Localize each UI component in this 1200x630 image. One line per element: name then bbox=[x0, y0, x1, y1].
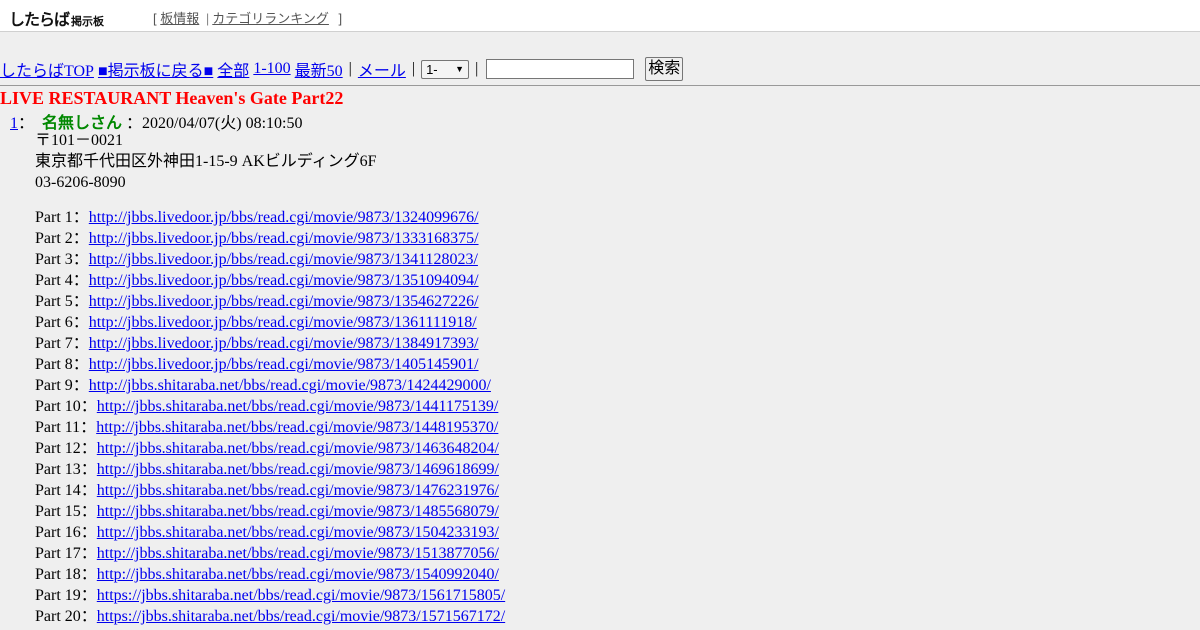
search-button[interactable]: 検索 bbox=[645, 57, 684, 81]
part-row: Part 16：http://jbbs.shitaraba.net/bbs/re… bbox=[35, 522, 505, 543]
part-url-link[interactable]: http://jbbs.shitaraba.net/bbs/read.cgi/m… bbox=[97, 503, 499, 520]
part-row: Part 2：http://jbbs.livedoor.jp/bbs/read.… bbox=[35, 228, 505, 249]
part-label: Part 14： bbox=[35, 482, 97, 499]
part-row: Part 11：http://jbbs.shitaraba.net/bbs/re… bbox=[35, 417, 505, 438]
divider bbox=[0, 85, 1200, 86]
part-label: Part 16： bbox=[35, 524, 97, 541]
part-label: Part 12： bbox=[35, 440, 97, 457]
part-row: Part 14：http://jbbs.shitaraba.net/bbs/re… bbox=[35, 480, 505, 501]
mail-link[interactable]: メール bbox=[358, 63, 406, 80]
part-label: Part 3： bbox=[35, 251, 89, 268]
postal-code: 〒101－0021 bbox=[35, 132, 124, 149]
part-label: Part 13： bbox=[35, 461, 97, 478]
parts-list: Part 1：http://jbbs.livedoor.jp/bbs/read.… bbox=[35, 207, 505, 627]
part-label: Part 20： bbox=[35, 608, 97, 625]
all-posts-link[interactable]: 全部 bbox=[217, 63, 249, 80]
part-label: Part 19： bbox=[35, 587, 97, 604]
part-url-link[interactable]: http://jbbs.livedoor.jp/bbs/read.cgi/mov… bbox=[89, 272, 479, 289]
part-row: Part 10：http://jbbs.shitaraba.net/bbs/re… bbox=[35, 396, 505, 417]
part-label: Part 17： bbox=[35, 545, 97, 562]
part-row: Part 7：http://jbbs.livedoor.jp/bbs/read.… bbox=[35, 333, 505, 354]
part-row: Part 18：http://jbbs.shitaraba.net/bbs/re… bbox=[35, 564, 505, 585]
part-url-link[interactable]: http://jbbs.livedoor.jp/bbs/read.cgi/mov… bbox=[89, 335, 479, 352]
logo-main-text: したらば bbox=[9, 10, 70, 29]
thread-nav: したらばTOP ■掲示板に戻る■ 全部 1-100 最新50 | メール | 1… bbox=[0, 57, 684, 83]
thread-title: LIVE RESTAURANT Heaven's Gate Part22 bbox=[0, 88, 344, 108]
part-label: Part 7： bbox=[35, 335, 89, 352]
part-url-link[interactable]: http://jbbs.shitaraba.net/bbs/read.cgi/m… bbox=[97, 461, 499, 478]
chevron-down-icon: ▼ bbox=[455, 63, 465, 74]
range-link[interactable]: 1-100 bbox=[253, 60, 290, 77]
latest-50-link[interactable]: 最新50 bbox=[295, 63, 343, 80]
search-input[interactable] bbox=[486, 59, 635, 79]
part-label: Part 10： bbox=[35, 398, 97, 415]
bracket-close: ] bbox=[338, 11, 343, 26]
part-url-link[interactable]: http://jbbs.shitaraba.net/bbs/read.cgi/m… bbox=[97, 482, 499, 499]
phone-number: 03-6206-8090 bbox=[35, 174, 126, 191]
part-url-link[interactable]: http://jbbs.livedoor.jp/bbs/read.cgi/mov… bbox=[89, 314, 477, 331]
part-label: Part 1： bbox=[35, 209, 89, 226]
part-url-link[interactable]: http://jbbs.livedoor.jp/bbs/read.cgi/mov… bbox=[89, 356, 479, 373]
part-row: Part 20：https://jbbs.shitaraba.net/bbs/r… bbox=[35, 606, 505, 627]
header-separator: | bbox=[205, 11, 210, 26]
part-label: Part 4： bbox=[35, 272, 89, 289]
part-url-link[interactable]: http://jbbs.shitaraba.net/bbs/read.cgi/m… bbox=[89, 377, 491, 394]
range-select[interactable]: 1- ▼ bbox=[421, 59, 470, 79]
header-nav: [ 板情報 | カテゴリランキング ] bbox=[153, 8, 342, 27]
part-row: Part 19：https://jbbs.shitaraba.net/bbs/r… bbox=[35, 585, 505, 606]
part-row: Part 5：http://jbbs.livedoor.jp/bbs/read.… bbox=[35, 291, 505, 312]
part-label: Part 11： bbox=[35, 419, 97, 436]
street-address: 東京都千代田区外神田1-15-9 AKビルディング6F bbox=[35, 153, 377, 170]
nav-separator: | bbox=[411, 60, 416, 77]
part-url-link[interactable]: https://jbbs.shitaraba.net/bbs/read.cgi/… bbox=[97, 587, 505, 604]
range-select-value: 1- bbox=[426, 61, 438, 77]
part-row: Part 9：http://jbbs.shitaraba.net/bbs/rea… bbox=[35, 375, 505, 396]
part-url-link[interactable]: http://jbbs.livedoor.jp/bbs/read.cgi/mov… bbox=[89, 251, 478, 268]
post-number-link[interactable]: 1 bbox=[10, 115, 18, 132]
part-url-link[interactable]: http://jbbs.shitaraba.net/bbs/read.cgi/m… bbox=[97, 440, 499, 457]
back-to-board-link[interactable]: ■掲示板に戻る■ bbox=[98, 63, 213, 80]
part-url-link[interactable]: http://jbbs.livedoor.jp/bbs/read.cgi/mov… bbox=[89, 209, 479, 226]
part-label: Part 2： bbox=[35, 230, 89, 247]
part-row: Part 17：http://jbbs.shitaraba.net/bbs/re… bbox=[35, 543, 505, 564]
part-url-link[interactable]: https://jbbs.shitaraba.net/bbs/read.cgi/… bbox=[97, 608, 505, 625]
part-label: Part 18： bbox=[35, 566, 97, 583]
category-ranking-link[interactable]: カテゴリランキング bbox=[212, 11, 329, 26]
part-url-link[interactable]: http://jbbs.shitaraba.net/bbs/read.cgi/m… bbox=[97, 566, 499, 583]
part-url-link[interactable]: http://jbbs.livedoor.jp/bbs/read.cgi/mov… bbox=[89, 230, 479, 247]
logo-sub-text: 掲示板 bbox=[71, 15, 105, 28]
part-row: Part 15：http://jbbs.shitaraba.net/bbs/re… bbox=[35, 501, 505, 522]
part-url-link[interactable]: http://jbbs.shitaraba.net/bbs/read.cgi/m… bbox=[97, 524, 499, 541]
part-row: Part 6：http://jbbs.livedoor.jp/bbs/read.… bbox=[35, 312, 505, 333]
part-url-link[interactable]: http://jbbs.shitaraba.net/bbs/read.cgi/m… bbox=[96, 419, 498, 436]
part-row: Part 1：http://jbbs.livedoor.jp/bbs/read.… bbox=[35, 207, 505, 228]
part-row: Part 12：http://jbbs.shitaraba.net/bbs/re… bbox=[35, 438, 505, 459]
site-logo[interactable]: したらば 掲示板 bbox=[9, 6, 104, 30]
part-row: Part 3：http://jbbs.livedoor.jp/bbs/read.… bbox=[35, 249, 505, 270]
bracket-open: [ bbox=[153, 11, 157, 26]
post-number-colon: ： bbox=[18, 115, 35, 132]
site-header: したらば 掲示板 [ 板情報 | カテゴリランキング ] bbox=[0, 0, 1200, 32]
board-info-link[interactable]: 板情報 bbox=[160, 11, 199, 26]
nav-separator: | bbox=[348, 60, 352, 77]
part-label: Part 9： bbox=[35, 377, 89, 394]
part-label: Part 8： bbox=[35, 356, 89, 373]
part-label: Part 5： bbox=[35, 293, 89, 310]
part-url-link[interactable]: http://jbbs.shitaraba.net/bbs/read.cgi/m… bbox=[97, 398, 499, 415]
part-url-link[interactable]: http://jbbs.shitaraba.net/bbs/read.cgi/m… bbox=[97, 545, 499, 562]
part-row: Part 8：http://jbbs.livedoor.jp/bbs/read.… bbox=[35, 354, 505, 375]
post-address: 〒101－0021 東京都千代田区外神田1-15-9 AKビルディング6F 03… bbox=[35, 130, 377, 193]
nav-separator: | bbox=[475, 60, 479, 77]
top-link[interactable]: したらばTOP bbox=[0, 63, 94, 80]
part-label: Part 15： bbox=[35, 503, 97, 520]
part-label: Part 6： bbox=[35, 314, 89, 331]
part-row: Part 4：http://jbbs.livedoor.jp/bbs/read.… bbox=[35, 270, 505, 291]
part-row: Part 13：http://jbbs.shitaraba.net/bbs/re… bbox=[35, 459, 505, 480]
part-url-link[interactable]: http://jbbs.livedoor.jp/bbs/read.cgi/mov… bbox=[89, 293, 479, 310]
